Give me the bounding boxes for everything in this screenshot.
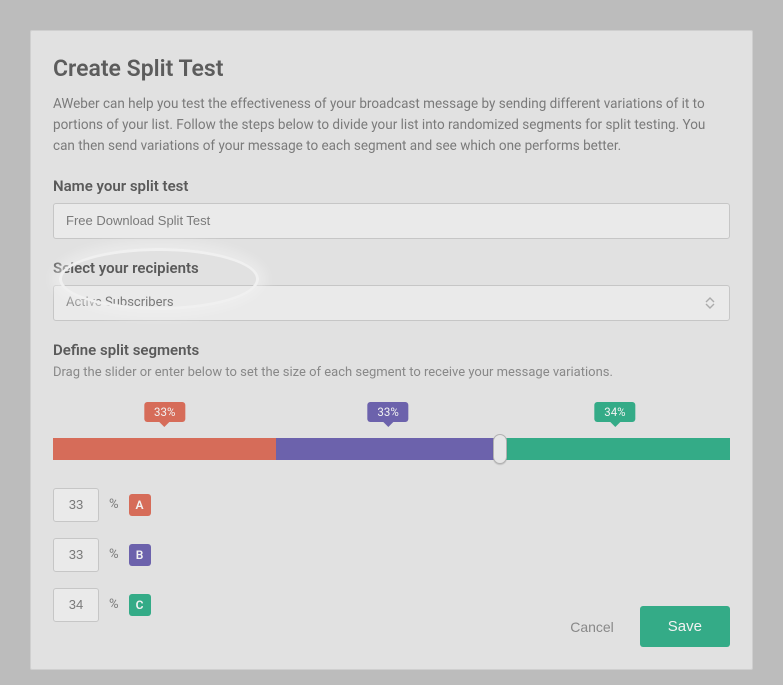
segment-input-b[interactable] — [53, 538, 99, 572]
segments-helper: Drag the slider or enter below to set th… — [53, 365, 730, 380]
cancel-button[interactable]: Cancel — [570, 619, 614, 635]
slider-bar — [53, 438, 730, 460]
segment-row-a: % A — [53, 488, 730, 522]
recipients-label: Select your recipients — [53, 259, 730, 277]
page-description: AWeber can help you test the effectivene… — [53, 94, 730, 157]
percent-label: % — [109, 497, 119, 512]
tooltip-b: 33% — [377, 405, 398, 419]
split-slider[interactable]: 33% 33% 34% — [53, 402, 730, 460]
percent-label: % — [109, 547, 119, 562]
segment-badge-b: B — [129, 544, 151, 566]
page-title: Create Split Test — [53, 55, 730, 82]
segment-bar-a — [53, 438, 276, 460]
save-button[interactable]: Save — [640, 606, 730, 647]
slider-tooltips: 33% 33% 34% — [53, 402, 730, 430]
tooltip-a: 33% — [154, 405, 175, 419]
segment-badge-a: A — [129, 494, 151, 516]
slider-handle[interactable] — [493, 434, 507, 464]
segment-bar-b — [276, 438, 499, 460]
create-split-test-panel: Create Split Test AWeber can help you te… — [30, 30, 753, 670]
name-label: Name your split test — [53, 177, 730, 195]
percent-label: % — [109, 597, 119, 612]
segments-label: Define split segments — [53, 341, 730, 359]
segment-input-c[interactable] — [53, 588, 99, 622]
recipients-select[interactable]: Active Subscribers — [53, 285, 730, 321]
segment-badge-c: C — [129, 594, 151, 616]
footer-actions: Cancel Save — [570, 606, 730, 647]
recipients-selected-value: Active Subscribers — [66, 295, 174, 310]
split-test-name-input[interactable] — [53, 203, 730, 239]
segment-input-a[interactable] — [53, 488, 99, 522]
updown-icon — [703, 294, 717, 312]
segment-bar-c — [500, 438, 730, 460]
tooltip-c: 34% — [604, 405, 625, 419]
segment-row-b: % B — [53, 538, 730, 572]
